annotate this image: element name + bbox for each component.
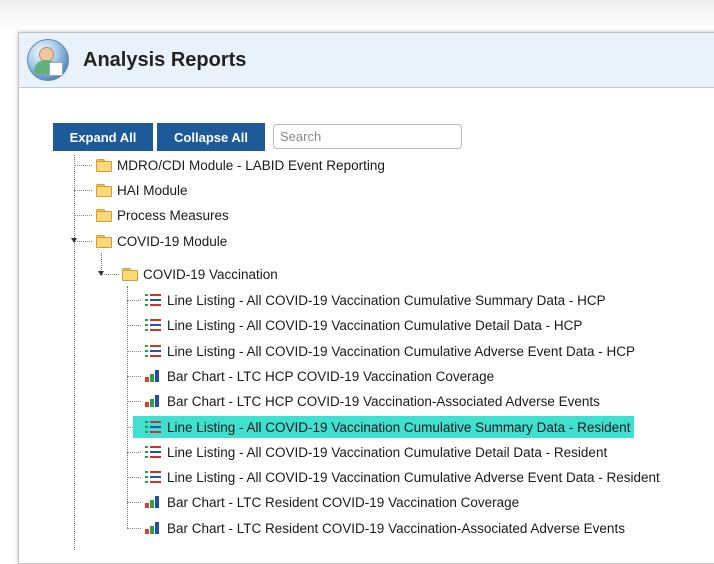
tree-connector	[127, 325, 141, 326]
line-listing-icon	[145, 345, 161, 357]
report-item[interactable]: Line Listing - All COVID-19 Vaccination …	[145, 466, 660, 488]
report-item[interactable]: Bar Chart - LTC HCP COVID-19 Vaccination…	[145, 390, 600, 412]
line-listing-icon	[145, 471, 161, 483]
tree-item-covid-19-vaccination[interactable]: COVID-19 Vaccination	[122, 263, 278, 285]
folder-icon	[96, 209, 112, 222]
tree-item-label: Bar Chart - LTC HCP COVID-19 Vaccination…	[167, 368, 495, 384]
panel-header: Analysis Reports	[19, 33, 714, 88]
tree-connector	[127, 351, 141, 352]
report-item[interactable]: Line Listing - All COVID-19 Vaccination …	[133, 416, 635, 438]
report-item[interactable]: Line Listing - All COVID-19 Vaccination …	[145, 289, 606, 311]
tree-item-label: COVID-19 Module	[117, 233, 228, 249]
tree-connector	[127, 401, 141, 402]
tree-connector	[127, 528, 141, 529]
tree-item-label: Line Listing - All COVID-19 Vaccination …	[167, 419, 631, 435]
tree-item-process-measures[interactable]: Process Measures	[96, 204, 229, 226]
tree-item-covid-19-module[interactable]: COVID-19 Module	[96, 230, 227, 252]
tree-item-label: Process Measures	[117, 207, 229, 223]
report-item[interactable]: Bar Chart - LTC Resident COVID-19 Vaccin…	[145, 491, 519, 513]
folder-icon	[96, 184, 112, 197]
tree-item-label: Bar Chart - LTC Resident COVID-19 Vaccin…	[167, 520, 625, 536]
line-listing-icon	[145, 446, 161, 458]
tree-item-label: Line Listing - All COVID-19 Vaccination …	[167, 343, 635, 359]
tree-item-hai-module[interactable]: HAI Module	[96, 179, 188, 201]
report-item[interactable]: Bar Chart - LTC Resident COVID-19 Vaccin…	[145, 517, 625, 539]
expand-all-button[interactable]: Expand All	[53, 123, 153, 151]
folder-icon	[96, 235, 112, 248]
tree-item-mdro-cdi-module-labid-event-reporting[interactable]: MDRO/CDI Module - LABID Event Reporting	[96, 154, 385, 176]
bar-chart-icon	[145, 395, 161, 407]
report-item[interactable]: Bar Chart - LTC HCP COVID-19 Vaccination…	[145, 365, 494, 387]
expand-toggle-icon[interactable]	[71, 238, 77, 243]
search-input[interactable]	[273, 124, 462, 149]
folder-icon	[122, 268, 138, 281]
folder-icon	[96, 159, 112, 172]
line-listing-icon	[145, 294, 161, 306]
tree-item-label: Line Listing - All COVID-19 Vaccination …	[167, 292, 606, 308]
line-listing-icon	[145, 421, 161, 433]
tree-connector	[127, 502, 141, 503]
page-title: Analysis Reports	[83, 49, 247, 71]
collapse-all-button[interactable]: Collapse All	[157, 123, 265, 151]
tree-connector	[127, 300, 141, 301]
tree-connector	[74, 190, 92, 191]
tree-item-label: MDRO/CDI Module - LABID Event Reporting	[117, 157, 385, 173]
report-item[interactable]: Line Listing - All COVID-19 Vaccination …	[145, 340, 635, 362]
tree-item-label: Line Listing - All COVID-19 Vaccination …	[167, 317, 583, 333]
tree-item-label: HAI Module	[117, 182, 188, 198]
bar-chart-icon	[145, 496, 161, 508]
tree-connector	[127, 376, 141, 377]
tree-item-label: COVID-19 Vaccination	[143, 266, 278, 282]
tree-connector	[127, 286, 128, 528]
tree-item-label: Line Listing - All COVID-19 Vaccination …	[167, 469, 660, 485]
report-item[interactable]: Line Listing - All COVID-19 Vaccination …	[145, 314, 582, 336]
analysis-reports-logo-icon	[27, 39, 69, 81]
report-item[interactable]: Line Listing - All COVID-19 Vaccination …	[145, 441, 607, 463]
tree-connector	[127, 452, 141, 453]
tree-item-label: Line Listing - All COVID-19 Vaccination …	[167, 444, 608, 460]
line-listing-icon	[145, 319, 161, 331]
tree-item-label: Bar Chart - LTC Resident COVID-19 Vaccin…	[167, 494, 520, 510]
tree-connector	[127, 477, 141, 478]
tree-connector	[74, 165, 92, 166]
expand-toggle-icon[interactable]	[98, 271, 104, 276]
bar-chart-icon	[145, 370, 161, 382]
tree-connector	[74, 215, 92, 216]
bar-chart-icon	[145, 522, 161, 534]
tree-item-label: Bar Chart - LTC HCP COVID-19 Vaccination…	[167, 393, 600, 409]
